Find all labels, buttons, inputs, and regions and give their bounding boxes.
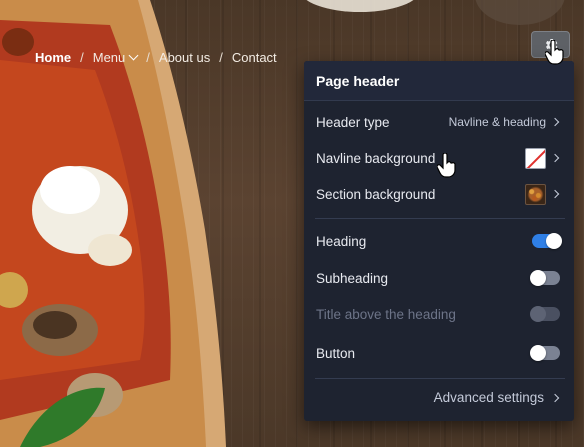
header-type-value: Navline & heading	[448, 115, 546, 129]
button-label: Button	[316, 345, 356, 361]
section-background-label: Section background	[316, 186, 436, 202]
nav-item-contact[interactable]: Contact	[232, 50, 277, 65]
nav-item-menu-label: Menu	[92, 50, 126, 65]
nav-separator: /	[146, 50, 150, 65]
background-image-thumbnail	[525, 183, 546, 205]
advanced-settings-link[interactable]: Advanced settings	[434, 390, 562, 405]
toggle-knob	[530, 306, 546, 322]
chevron-right-icon	[550, 117, 560, 127]
heading-toggle-row: Heading	[304, 223, 574, 259]
section-background-row[interactable]: Section background	[304, 176, 574, 212]
no-color-swatch	[525, 147, 546, 169]
chevron-right-icon	[550, 393, 560, 402]
button-toggle[interactable]	[530, 345, 560, 361]
toggle-knob	[546, 233, 562, 249]
gear-icon	[545, 38, 557, 51]
nav-separator: /	[80, 50, 84, 65]
chevron-right-icon	[550, 189, 560, 199]
divider	[315, 378, 565, 379]
navline-background-row[interactable]: Navline background	[304, 140, 574, 176]
page-header-settings-panel: Page header Header type Navline & headin…	[304, 61, 574, 421]
chevron-right-icon	[550, 153, 560, 163]
heading-toggle[interactable]	[532, 233, 562, 249]
title-above-heading-toggle	[530, 306, 560, 322]
header-type-label: Header type	[316, 114, 390, 130]
toggle-knob	[530, 345, 546, 361]
header-type-row[interactable]: Header type Navline & heading	[304, 104, 574, 140]
divider	[315, 218, 565, 219]
nav-item-menu[interactable]: Menu	[92, 50, 139, 65]
section-settings-button[interactable]	[531, 31, 570, 58]
panel-title: Page header	[304, 61, 574, 101]
navline-background-label: Navline background	[316, 150, 436, 166]
title-above-heading-label: Title above the heading	[316, 306, 456, 322]
nav-item-about-us[interactable]: About us	[159, 50, 210, 65]
title-above-heading-toggle-row: Title above the heading	[304, 296, 574, 332]
main-navigation: Home / Menu / About us / Contact	[35, 50, 277, 65]
toggle-knob	[530, 270, 546, 286]
nav-item-home[interactable]: Home	[35, 50, 71, 65]
nav-separator: /	[219, 50, 223, 65]
subheading-toggle-row: Subheading	[304, 260, 574, 296]
heading-label: Heading	[316, 233, 367, 249]
chevron-down-icon	[128, 50, 139, 61]
subheading-toggle[interactable]	[530, 270, 560, 286]
button-toggle-row: Button	[304, 335, 574, 371]
subheading-label: Subheading	[316, 270, 389, 286]
advanced-settings-label: Advanced settings	[433, 390, 544, 405]
